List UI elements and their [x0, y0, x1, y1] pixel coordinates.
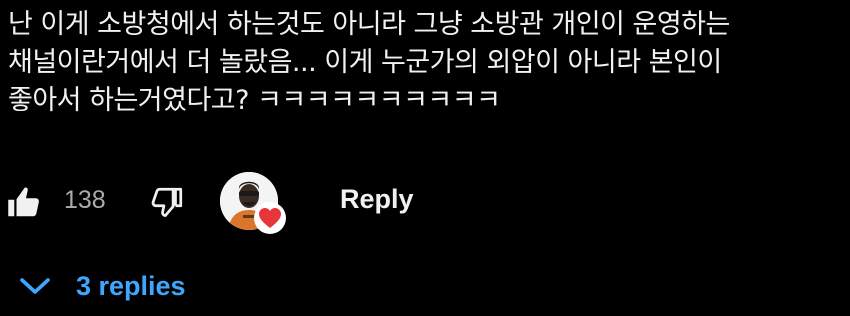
thumbs-up-icon	[8, 187, 39, 217]
like-count: 138	[64, 186, 106, 214]
comment-line: 채널이란거에서 더 놀랐음... 이게 누군가의 외압이 아니라 본인이	[8, 47, 722, 78]
replies-count-label: 3 replies	[76, 270, 186, 301]
thumbs-down-icon	[151, 187, 183, 217]
dislike-button[interactable]	[150, 184, 186, 220]
comment-action-bar: 138 Reply	[0, 170, 850, 234]
comment-text: 난 이게 소방청에서 하는것도 아니라 그냥 소방관 개인이 운영하는 채널이란…	[8, 6, 844, 120]
comment-line: 난 이게 소방청에서 하는것도 아니라 그냥 소방관 개인이 운영하는	[8, 9, 730, 40]
view-replies-button[interactable]: 3 replies	[18, 264, 186, 308]
reply-button[interactable]: Reply	[340, 184, 414, 215]
heart-icon	[259, 208, 281, 228]
heart-badge	[254, 202, 286, 234]
comment-line: 좋아서 하는거였다고? ㅋㅋㅋㅋㅋㅋㅋㅋㅋㅋ	[8, 85, 501, 116]
creator-heart[interactable]	[220, 172, 286, 236]
chevron-down-icon	[20, 278, 50, 294]
like-button[interactable]	[6, 184, 42, 220]
